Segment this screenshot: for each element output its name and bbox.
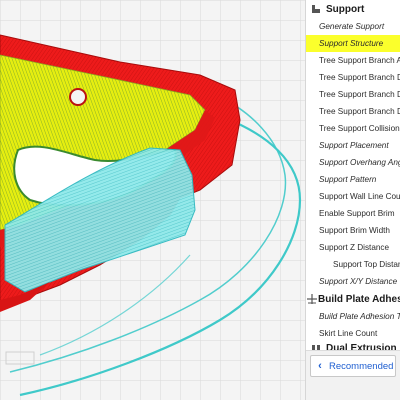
category-support[interactable]: Support: [306, 0, 400, 18]
layer-view-canvas[interactable]: [0, 0, 305, 400]
support-icon: [306, 0, 326, 18]
setting-tree-branch-angle[interactable]: Tree Support Branch Angle: [306, 52, 400, 69]
adhesion-icon: [306, 290, 318, 308]
setting-support-wall-line-count[interactable]: Support Wall Line Count: [306, 188, 400, 205]
setting-enable-support-brim[interactable]: Enable Support Brim: [306, 205, 400, 222]
setting-support-top-distance[interactable]: Support Top Distance: [306, 256, 400, 273]
setting-tree-branch-distance[interactable]: Tree Support Branch Distance: [306, 69, 400, 86]
model-hole: [69, 88, 87, 106]
setting-support-structure[interactable]: Support Structure: [306, 35, 400, 52]
setting-support-z-distance[interactable]: Support Z Distance: [306, 239, 400, 256]
setting-tree-branch-diameter[interactable]: Tree Support Branch Diameter: [306, 86, 400, 103]
3d-viewport[interactable]: [0, 0, 305, 400]
category-build-plate-adhesion-label: Build Plate Adhesion: [318, 293, 400, 305]
category-build-plate-adhesion[interactable]: Build Plate Adhesion: [306, 290, 400, 308]
setting-support-placement[interactable]: Support Placement: [306, 137, 400, 154]
setting-support-xy-distance[interactable]: Support X/Y Distance: [306, 273, 400, 290]
panel-footer: ‹ Recommended: [306, 350, 400, 400]
category-support-label: Support: [326, 3, 365, 15]
setting-build-plate-adhesion-type[interactable]: Build Plate Adhesion Type: [306, 308, 400, 325]
setting-skirt-line-count[interactable]: Skirt Line Count: [306, 325, 400, 342]
setting-tree-collision-resolution[interactable]: Tree Support Collision Resolution: [306, 120, 400, 137]
setting-support-pattern[interactable]: Support Pattern: [306, 171, 400, 188]
chevron-left-icon: ‹: [318, 360, 322, 372]
setting-support-brim-width[interactable]: Support Brim Width: [306, 222, 400, 239]
print-settings-panel: Support Generate Support Support Structu…: [305, 0, 400, 400]
setting-support-overhang-angle[interactable]: Support Overhang Angle: [306, 154, 400, 171]
setting-tree-branch-diameter-angle[interactable]: Tree Support Branch Diameter Angle: [306, 103, 400, 120]
recommended-button-label: Recommended: [329, 360, 394, 372]
recommended-button[interactable]: ‹ Recommended: [310, 355, 396, 377]
setting-generate-support[interactable]: Generate Support: [306, 18, 400, 35]
